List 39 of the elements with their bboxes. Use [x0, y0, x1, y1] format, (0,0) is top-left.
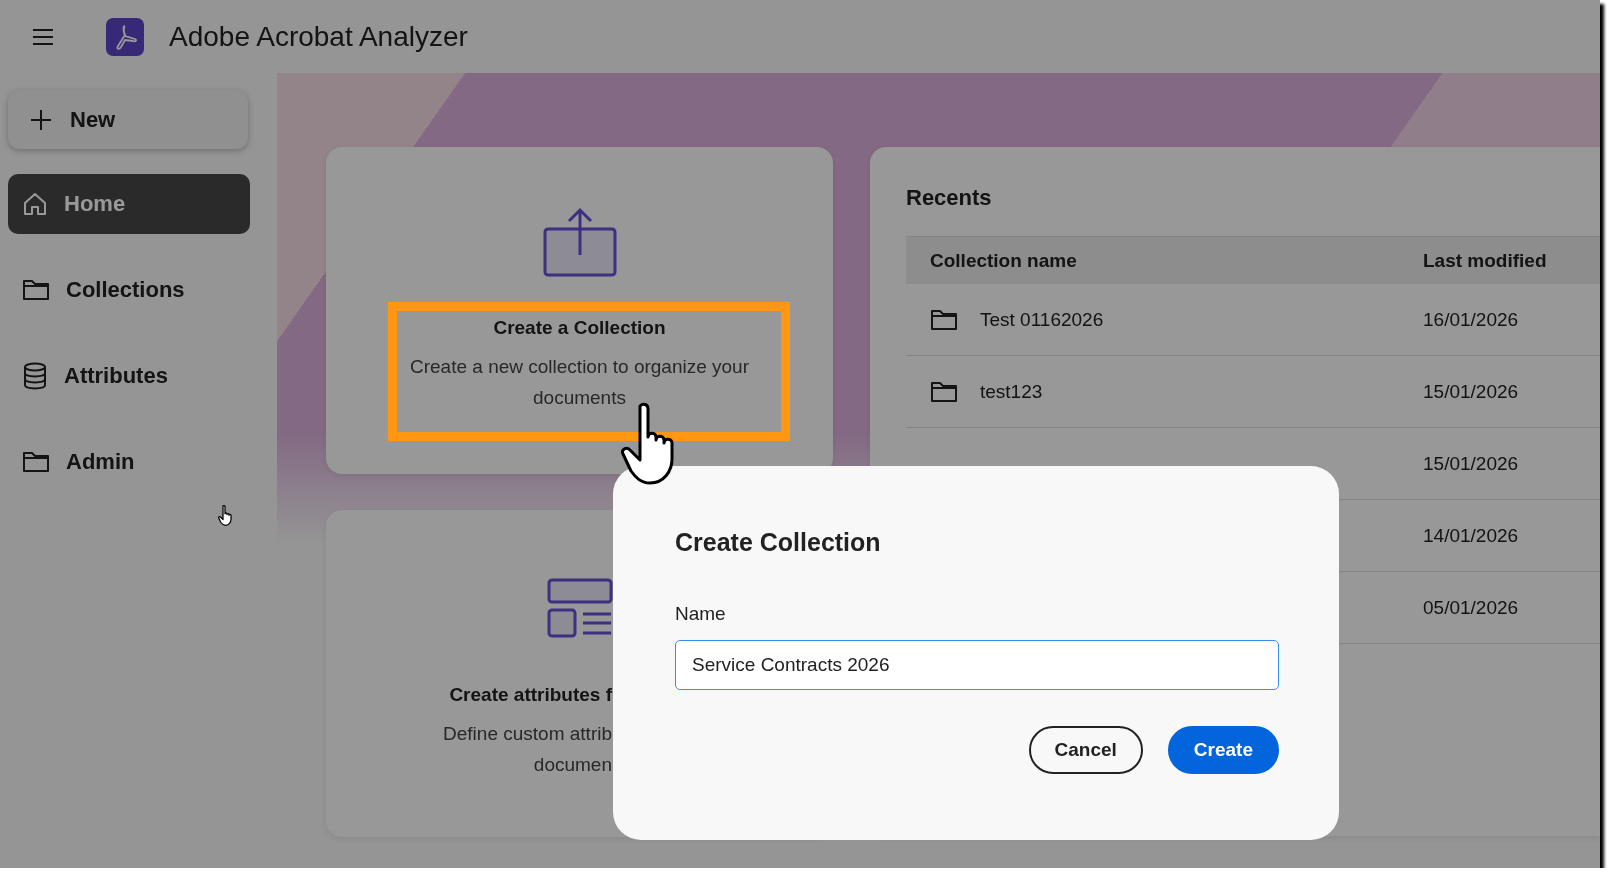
action-card[interactable]: Create a Collection Create a new collection to organize your documents — [326, 147, 833, 474]
table-cell: 15/01/2026 — [1423, 380, 1519, 403]
database-icon — [22, 362, 48, 390]
card-description: documents — [533, 386, 626, 410]
folder-icon — [22, 450, 50, 474]
table-cell: 16/01/2026 — [1423, 308, 1519, 331]
upload-icon — [542, 207, 617, 277]
folder-icon — [22, 278, 50, 302]
field-label: Name — [675, 603, 727, 625]
menu-icon[interactable] — [32, 27, 54, 46]
app-logo-icon — [106, 17, 144, 56]
sidebar-item[interactable]: Collections — [8, 260, 250, 320]
new-button[interactable]: New — [8, 90, 248, 149]
table-cell: 15/01/2026 — [1423, 452, 1519, 475]
hand-cursor-icon — [218, 505, 234, 526]
card-description: documen — [533, 753, 612, 777]
column-header: Last modified — [1423, 249, 1547, 272]
sidebar-item[interactable]: Attributes — [8, 346, 250, 406]
recents-title: Recents — [906, 185, 993, 211]
plus-icon — [30, 108, 52, 131]
table-cell: 14/01/2026 — [1423, 524, 1519, 547]
layout-icon — [546, 578, 613, 638]
cancel-button[interactable]: Cancel — [1028, 726, 1143, 774]
app-title: Adobe Acrobat Analyzer — [169, 20, 468, 53]
folder-icon — [930, 307, 958, 332]
table-cell[interactable]: Test 01162026 — [980, 308, 1104, 331]
column-header: Collection name — [929, 249, 1078, 272]
table-cell: 05/01/2026 — [1423, 596, 1519, 619]
name-input-field[interactable]: Service Contracts 2026 — [675, 640, 1279, 690]
sidebar-item[interactable]: Admin — [8, 432, 250, 492]
create-button[interactable]: Create — [1167, 726, 1279, 774]
card-description: Create a new collection to organize your — [410, 355, 749, 379]
card-title: Create a Collection — [493, 317, 666, 339]
home-icon — [22, 191, 48, 217]
folder-icon — [930, 379, 958, 404]
card-title: Create attributes f — [449, 684, 612, 706]
card-description: Define custom attrib — [443, 722, 612, 746]
table-cell[interactable]: test123 — [980, 380, 1043, 403]
sidebar-item[interactable]: Home — [8, 174, 250, 234]
